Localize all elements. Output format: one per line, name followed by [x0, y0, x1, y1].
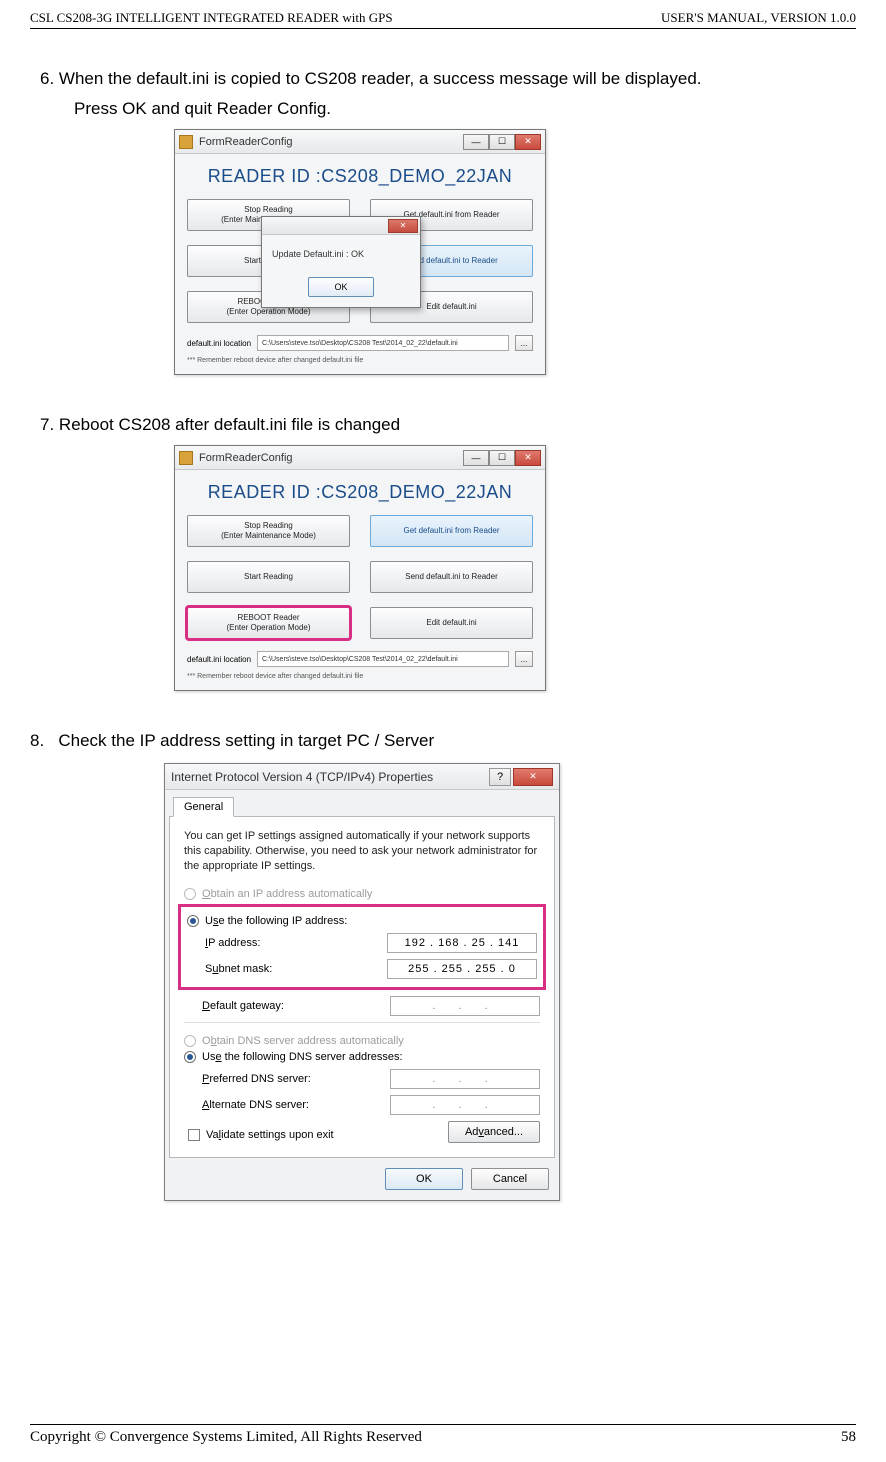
- advanced-button[interactable]: Advanced...: [448, 1121, 540, 1143]
- titlebar: FormReaderConfig — ☐ ✕: [175, 130, 545, 154]
- update-ok-dialog: ✕ Update Default.ini : OK OK: [261, 216, 421, 308]
- step-7-num: 7.: [40, 415, 54, 434]
- btn-label: Edit default.ini: [426, 302, 476, 312]
- cancel-button[interactable]: Cancel: [471, 1168, 549, 1190]
- tab-general[interactable]: General: [173, 797, 234, 817]
- close-button[interactable]: ✕: [515, 134, 541, 150]
- dialog-ok-button[interactable]: OK: [308, 277, 374, 297]
- footer-page-number: 58: [841, 1429, 856, 1446]
- maximize-button[interactable]: ☐: [489, 450, 515, 466]
- form-reader-config-2: FormReaderConfig — ☐ ✕ READER ID :CS208_…: [174, 445, 546, 691]
- label-obtain-dns-auto: Obtain DNS server address automatically: [202, 1035, 404, 1047]
- btn-line1: Stop Reading: [244, 521, 292, 531]
- step-6: 6. When the default.ini is copied to CS2…: [40, 69, 856, 375]
- reboot-note: *** Remember reboot device after changed…: [187, 357, 533, 364]
- titlebar: Internet Protocol Version 4 (TCP/IPv4) P…: [165, 764, 559, 790]
- step-7-text: Reboot CS208 after default.ini file is c…: [59, 415, 400, 434]
- input-subnet-mask[interactable]: 255 . 255 . 255 . 0: [387, 959, 537, 979]
- reboot-note: *** Remember reboot device after changed…: [187, 673, 533, 680]
- btn-line2: (Enter Operation Mode): [226, 307, 310, 317]
- checkbox-validate-settings[interactable]: [188, 1129, 200, 1141]
- step-8-text: Check the IP address setting in target P…: [58, 731, 434, 750]
- step-6-text: When the default.ini is copied to CS208 …: [59, 69, 702, 88]
- btn-line1: Stop Reading: [244, 205, 292, 215]
- input-preferred-dns[interactable]: . . .: [390, 1069, 540, 1089]
- label-validate-settings: Validate settings upon exit: [206, 1129, 334, 1141]
- btn-line1: REBOOT Reader: [237, 613, 299, 623]
- label-subnet-mask: Subnet mask:: [205, 963, 272, 975]
- minimize-button[interactable]: —: [463, 450, 489, 466]
- radio-obtain-ip-auto[interactable]: [184, 888, 196, 900]
- btn-label: Send default.ini to Reader: [405, 572, 498, 582]
- app-icon: [179, 451, 193, 465]
- footer-copyright: Copyright © Convergence Systems Limited,…: [30, 1429, 422, 1446]
- label-default-gateway: Default gateway:: [202, 1000, 284, 1012]
- form-reader-config-1: FormReaderConfig — ☐ ✕ READER ID :CS208_…: [174, 129, 546, 375]
- app-icon: [179, 135, 193, 149]
- tab-panel-general: You can get IP settings assigned automat…: [169, 816, 555, 1158]
- btn-label: Get default.ini from Reader: [403, 526, 499, 536]
- dialog-close-button[interactable]: ✕: [388, 219, 418, 233]
- window-title: FormReaderConfig: [199, 452, 463, 464]
- step-6-subtext: Press OK and quit Reader Config.: [74, 99, 856, 119]
- label-alternate-dns: Alternate DNS server:: [202, 1099, 309, 1111]
- reader-id-title: READER ID :CS208_DEMO_22JAN: [187, 166, 533, 187]
- input-default-gateway[interactable]: . . .: [390, 996, 540, 1016]
- minimize-button[interactable]: —: [463, 134, 489, 150]
- browse-button[interactable]: ...: [515, 335, 533, 351]
- page-footer: Copyright © Convergence Systems Limited,…: [30, 1424, 856, 1446]
- radio-obtain-dns-auto[interactable]: [184, 1035, 196, 1047]
- start-reading-button[interactable]: Start Reading: [187, 561, 350, 593]
- get-default-ini-button[interactable]: Get default.ini from Reader: [370, 515, 533, 547]
- btn-label: Edit default.ini: [426, 618, 476, 628]
- input-alternate-dns[interactable]: . . .: [390, 1095, 540, 1115]
- label-preferred-dns: Preferred DNS server:: [202, 1073, 311, 1085]
- edit-default-ini-button[interactable]: Edit default.ini: [370, 607, 533, 639]
- btn-line2: (Enter Maintenance Mode): [221, 531, 316, 541]
- browse-button[interactable]: ...: [515, 651, 533, 667]
- reader-id-title: READER ID :CS208_DEMO_22JAN: [187, 482, 533, 503]
- label-use-following-dns: Use the following DNS server addresses:: [202, 1051, 403, 1063]
- step-8: 8. Check the IP address setting in targe…: [30, 731, 856, 1201]
- maximize-button[interactable]: ☐: [489, 134, 515, 150]
- close-button[interactable]: ✕: [515, 450, 541, 466]
- path-input[interactable]: C:\Users\steve.tso\Desktop\CS208 Test\20…: [257, 651, 509, 667]
- stop-reading-button[interactable]: Stop Reading (Enter Maintenance Mode): [187, 515, 350, 547]
- reboot-reader-button[interactable]: REBOOT Reader (Enter Operation Mode): [187, 607, 350, 639]
- titlebar: FormReaderConfig — ☐ ✕: [175, 446, 545, 470]
- window-title: FormReaderConfig: [199, 136, 463, 148]
- step-7: 7. Reboot CS208 after default.ini file i…: [40, 415, 856, 691]
- dialog-title: Internet Protocol Version 4 (TCP/IPv4) P…: [171, 770, 489, 784]
- step-6-num: 6.: [40, 69, 54, 88]
- btn-label: Start Reading: [244, 572, 293, 582]
- label-use-following-ip: Use the following IP address:: [205, 915, 347, 927]
- help-button[interactable]: ?: [489, 768, 511, 786]
- path-input[interactable]: C:\Users\steve.tso\Desktop\CS208 Test\20…: [257, 335, 509, 351]
- send-default-ini-button[interactable]: Send default.ini to Reader: [370, 561, 533, 593]
- btn-line2: (Enter Operation Mode): [226, 623, 310, 633]
- label-obtain-ip-auto: Obtain an IP address automatically: [202, 888, 372, 900]
- description-text: You can get IP settings assigned automat…: [184, 829, 540, 874]
- radio-use-following-dns[interactable]: [184, 1051, 196, 1063]
- path-label: default.ini location: [187, 339, 251, 348]
- step-8-num: 8.: [30, 731, 44, 750]
- dialog-message: Update Default.ini : OK: [272, 249, 410, 259]
- ip-highlight-box: Use the following IP address: IP address…: [178, 904, 546, 990]
- header-right: USER'S MANUAL, VERSION 1.0.0: [661, 10, 856, 26]
- ipv4-properties-dialog: Internet Protocol Version 4 (TCP/IPv4) P…: [164, 763, 560, 1201]
- ok-button[interactable]: OK: [385, 1168, 463, 1190]
- path-label: default.ini location: [187, 655, 251, 664]
- tab-strip: General: [165, 790, 559, 816]
- page-header: CSL CS208-3G INTELLIGENT INTEGRATED READ…: [30, 10, 856, 29]
- header-left: CSL CS208-3G INTELLIGENT INTEGRATED READ…: [30, 10, 393, 26]
- input-ip-address[interactable]: 192 . 168 . 25 . 141: [387, 933, 537, 953]
- label-ip-address: IP address:: [205, 937, 260, 949]
- radio-use-following-ip[interactable]: [187, 915, 199, 927]
- close-button[interactable]: ✕: [513, 768, 553, 786]
